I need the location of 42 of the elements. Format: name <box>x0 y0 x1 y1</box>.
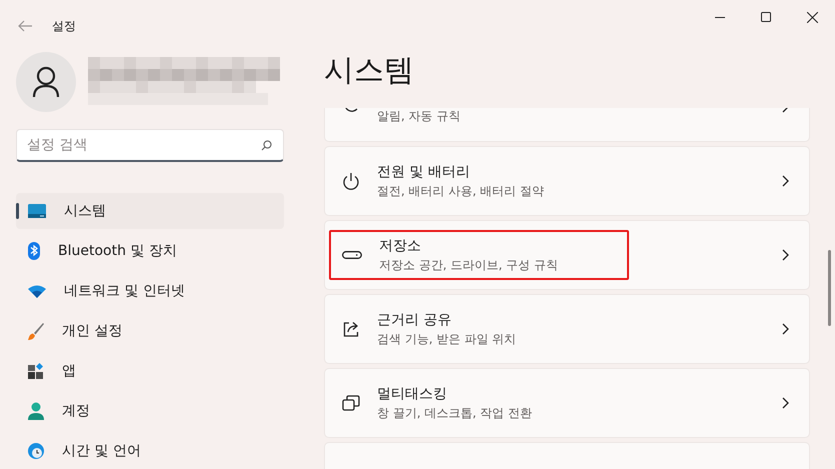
globe-clock-icon <box>28 443 44 459</box>
search-icon <box>261 140 272 151</box>
nav-item[interactable]: 시스템 <box>16 193 284 229</box>
monitor-icon <box>28 204 46 218</box>
nav-item[interactable]: 앱 <box>16 353 284 389</box>
card-subtitle: 창 끌기, 데스크톱, 작업 전환 <box>377 404 533 422</box>
brush-icon <box>28 322 44 340</box>
card-subtitle: 알림, 자동 규칙 <box>377 108 462 125</box>
bluetooth-icon <box>28 242 40 260</box>
settings-card[interactable]: 근거리 공유 검색 기능, 받은 파일 위치 <box>324 294 810 364</box>
windows-icon <box>342 394 360 412</box>
nav-item[interactable]: Bluetooth 및 장치 <box>16 233 284 269</box>
settings-card[interactable]: 멀티태스킹 창 끌기, 데스크톱, 작업 전환 <box>324 368 810 438</box>
wifi-icon <box>28 284 46 298</box>
maximize-icon <box>761 12 771 22</box>
settings-card[interactable]: 알림, 자동 규칙 <box>324 108 810 142</box>
window-title: 설정 <box>52 18 76 34</box>
card-title: 전원 및 배터리 <box>377 162 471 180</box>
card-title: 멀티태스킹 <box>377 384 448 402</box>
nav-item[interactable]: 네트워크 및 인터넷 <box>16 273 284 309</box>
card-subtitle: 검색 기능, 받은 파일 위치 <box>377 330 518 348</box>
card-subtitle: 저장소 공간, 드라이브, 구성 규칙 <box>379 256 559 274</box>
nav-item[interactable]: 계정 <box>16 393 284 429</box>
settings-card[interactable]: 저장소 저장소 공간, 드라이브, 구성 규칙 <box>324 220 810 290</box>
person-icon <box>28 402 44 420</box>
apps-icon <box>28 363 44 379</box>
card-title: 저장소 <box>379 236 422 254</box>
drive-icon <box>342 251 362 259</box>
card-subtitle: 절전, 배터리 사용, 배터리 절약 <box>377 182 545 200</box>
share-icon <box>342 320 360 338</box>
page-title: 시스템 <box>324 52 415 90</box>
nav-item[interactable]: 시간 및 언어 <box>16 433 284 469</box>
power-icon <box>342 172 360 190</box>
back-arrow-icon[interactable] <box>18 20 32 32</box>
search-field[interactable]: 설정 검색 <box>16 129 284 162</box>
person-icon <box>32 66 60 98</box>
card-title: 근거리 공유 <box>377 310 452 328</box>
scrollbar-thumb[interactable] <box>828 250 831 326</box>
close-icon <box>806 12 818 22</box>
minimize-icon <box>715 16 725 18</box>
settings-card[interactable]: 전원 및 배터리 절전, 배터리 사용, 배터리 절약 <box>324 146 810 216</box>
nav-item[interactable]: 개인 설정 <box>16 313 284 349</box>
